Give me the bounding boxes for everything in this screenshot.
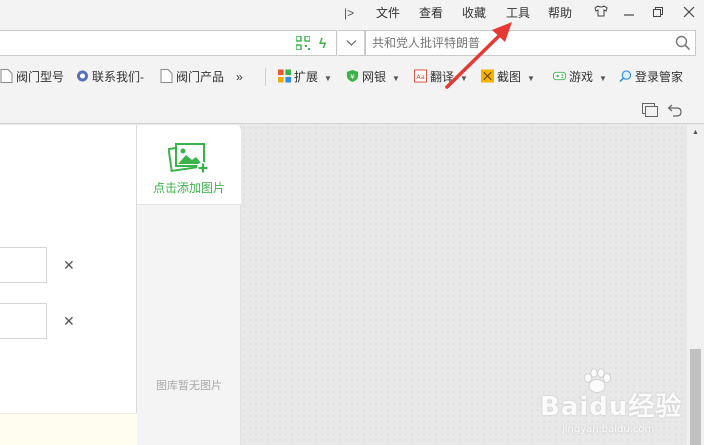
address-bar-row: ϟ <box>0 28 704 58</box>
bookmark-item[interactable]: 阀门产品 <box>160 69 224 85</box>
caret-down-icon: ▼ <box>599 74 607 83</box>
toolbar-extensions[interactable]: 扩展 ▼ <box>278 69 332 85</box>
restore-icon[interactable] <box>649 4 667 22</box>
gamepad-icon <box>553 71 566 81</box>
bookmark-label: 联系我们- <box>92 70 144 84</box>
toolbar-label: 网银 <box>362 70 387 84</box>
image-gallery-panel: 点击添加图片 图库暂无图片 <box>137 125 241 445</box>
page-icon <box>0 69 13 83</box>
bookmarks-toolbar: 阀门型号 联系我们- 阀门产品 » 扩展 ▼ ¥ 网银 ▼ Aa 翻译 ▼ 截图 ▼ 游戏 ▼… <box>0 58 704 96</box>
bookmarks-more-button[interactable]: » <box>236 69 243 85</box>
menu-view[interactable]: 查看 <box>419 6 443 20</box>
watermark-url: jingyan.baidu.com <box>562 424 655 435</box>
caret-down-icon: ▼ <box>527 74 535 83</box>
bookmark-item[interactable]: 联系我们- <box>76 69 144 85</box>
lightning-icon[interactable]: ϟ <box>319 35 326 51</box>
divider <box>265 68 266 86</box>
shield-icon: ¥ <box>346 69 359 83</box>
secondary-toolbar <box>0 96 704 124</box>
search-input[interactable] <box>372 35 672 51</box>
remove-icon[interactable]: ✕ <box>63 257 75 274</box>
chevron-down-icon <box>346 40 356 46</box>
translate-icon: Aa <box>414 69 427 83</box>
form-panel: ✕ ✕ <box>0 125 137 445</box>
search-box[interactable] <box>365 30 696 56</box>
svg-text:¥: ¥ <box>350 72 355 81</box>
minimize-icon[interactable] <box>620 4 638 22</box>
bookmark-item[interactable]: 阀门型号 <box>0 69 64 85</box>
notice-strip <box>0 413 137 445</box>
baidu-watermark: Baidu经验 jingyan.baidu.com <box>540 368 700 442</box>
skin-icon[interactable] <box>592 4 610 22</box>
toolbar-label: 登录管家 <box>635 70 684 84</box>
menu-help[interactable]: 帮助 <box>548 6 572 20</box>
url-field[interactable]: ϟ <box>0 30 337 56</box>
toolbar-games[interactable]: 游戏 ▼ <box>553 69 607 85</box>
extensions-icon <box>278 69 291 83</box>
menu-tools[interactable]: 工具 <box>506 6 530 20</box>
sidebar-toggle-icon[interactable]: |> <box>344 6 354 20</box>
toolbar-label: 翻译 <box>430 70 455 84</box>
svg-text:Aa: Aa <box>416 73 424 81</box>
page-icon <box>160 69 173 83</box>
toolbar-online-banking[interactable]: ¥ 网银 ▼ <box>346 69 400 85</box>
remove-icon[interactable]: ✕ <box>63 313 75 330</box>
window-switch-icon[interactable] <box>642 103 658 117</box>
undo-icon[interactable] <box>667 103 683 117</box>
bookmark-label: 阀门产品 <box>176 70 225 84</box>
toolbar-label: 截图 <box>497 70 522 84</box>
text-input[interactable] <box>0 247 47 283</box>
add-image-button[interactable]: 点击添加图片 <box>137 125 241 205</box>
toolbar-screenshot[interactable]: 截图 ▼ <box>481 69 535 85</box>
add-image-label: 点击添加图片 <box>152 181 225 195</box>
gallery-empty-label: 图库暂无图片 <box>156 380 222 392</box>
qr-code-icon[interactable] <box>296 36 310 50</box>
toolbar-login-manager[interactable]: 登录管家 <box>619 69 683 85</box>
close-icon[interactable] <box>680 4 698 22</box>
site-favicon-icon <box>77 70 88 82</box>
watermark-brand: Baidu经验 <box>540 392 683 422</box>
add-picture-icon <box>168 143 209 174</box>
scissors-icon <box>481 69 494 83</box>
caret-down-icon: ▼ <box>460 74 468 83</box>
menu-favorites[interactable]: 收藏 <box>462 6 486 20</box>
toolbar-label: 游戏 <box>569 70 594 84</box>
menu-file[interactable]: 文件 <box>376 6 400 20</box>
text-input[interactable] <box>0 303 47 339</box>
search-icon[interactable] <box>675 35 691 51</box>
bookmark-label: 阀门型号 <box>16 70 65 84</box>
title-bar: |> 文件 查看 收藏 工具 帮助 <box>0 0 704 28</box>
caret-down-icon: ▼ <box>392 74 400 83</box>
scroll-up-icon[interactable]: ▲ <box>692 129 699 136</box>
key-search-icon <box>619 70 632 83</box>
caret-down-icon: ▼ <box>324 74 332 83</box>
toolbar-translate[interactable]: Aa 翻译 ▼ <box>414 69 468 85</box>
url-dropdown-button[interactable] <box>338 30 365 56</box>
toolbar-label: 扩展 <box>294 70 319 84</box>
